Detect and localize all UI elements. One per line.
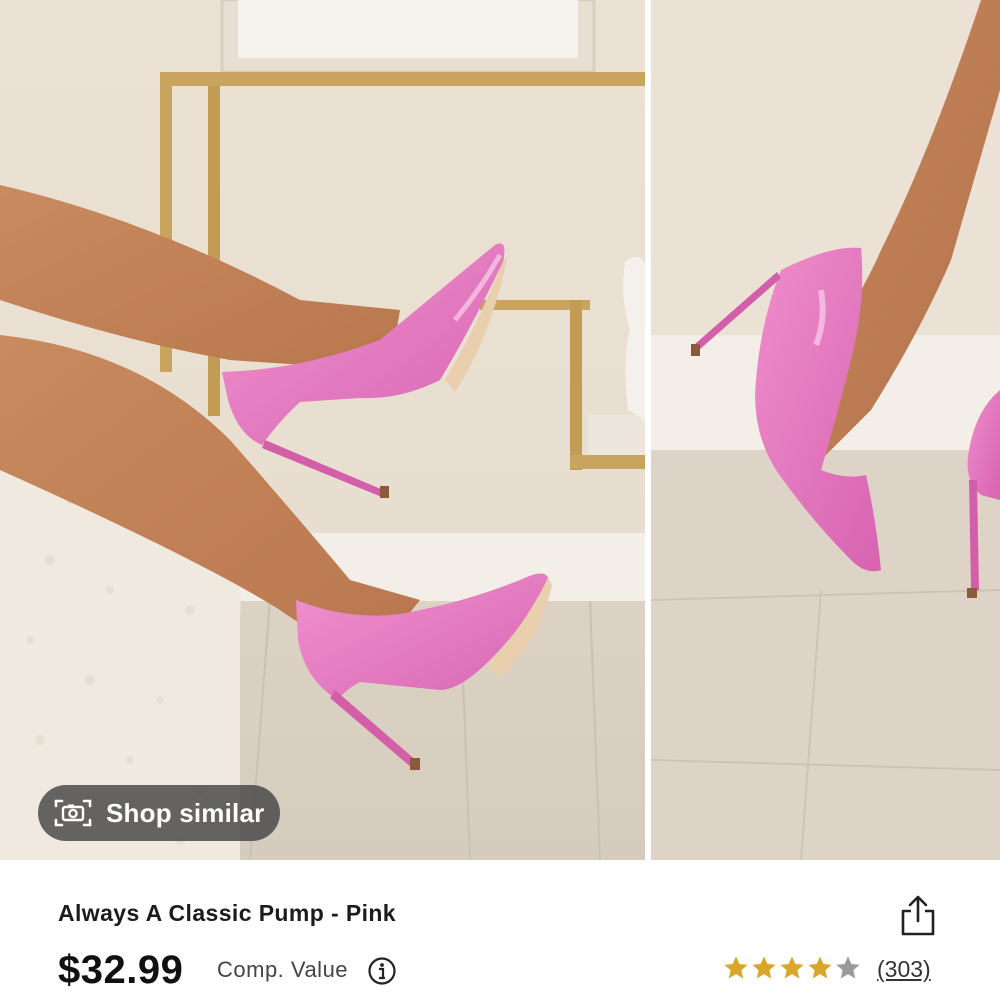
- product-photo-2[interactable]: [651, 0, 1000, 860]
- shop-similar-label: Shop similar: [106, 797, 265, 828]
- rating-stars: [722, 954, 862, 982]
- comp-value-label: Comp. Value: [217, 957, 349, 982]
- product-photo-2-image: [651, 0, 1000, 860]
- shop-similar-button[interactable]: Shop similar: [38, 785, 280, 841]
- star-icon-half: [836, 956, 860, 979]
- product-info: Always A Classic Pump - Pink $32.99 Comp…: [0, 860, 1000, 1000]
- star-icon: [780, 956, 804, 979]
- product-price: $32.99: [58, 948, 184, 992]
- product-photo-1-image: [0, 0, 645, 860]
- star-icon: [808, 956, 832, 979]
- star-icon: [752, 956, 776, 979]
- product-photo-1[interactable]: [0, 0, 645, 860]
- share-icon[interactable]: [896, 894, 940, 938]
- review-count-link[interactable]: (303): [877, 956, 931, 983]
- image-gallery[interactable]: Shop similar: [0, 0, 1000, 860]
- camera-icon: [54, 798, 92, 828]
- product-page: Shop similar Always A Classic Pump - Pin…: [0, 0, 1000, 1000]
- product-title: Always A Classic Pump - Pink: [58, 900, 396, 926]
- star-icon: [724, 956, 748, 979]
- info-icon[interactable]: [367, 956, 397, 986]
